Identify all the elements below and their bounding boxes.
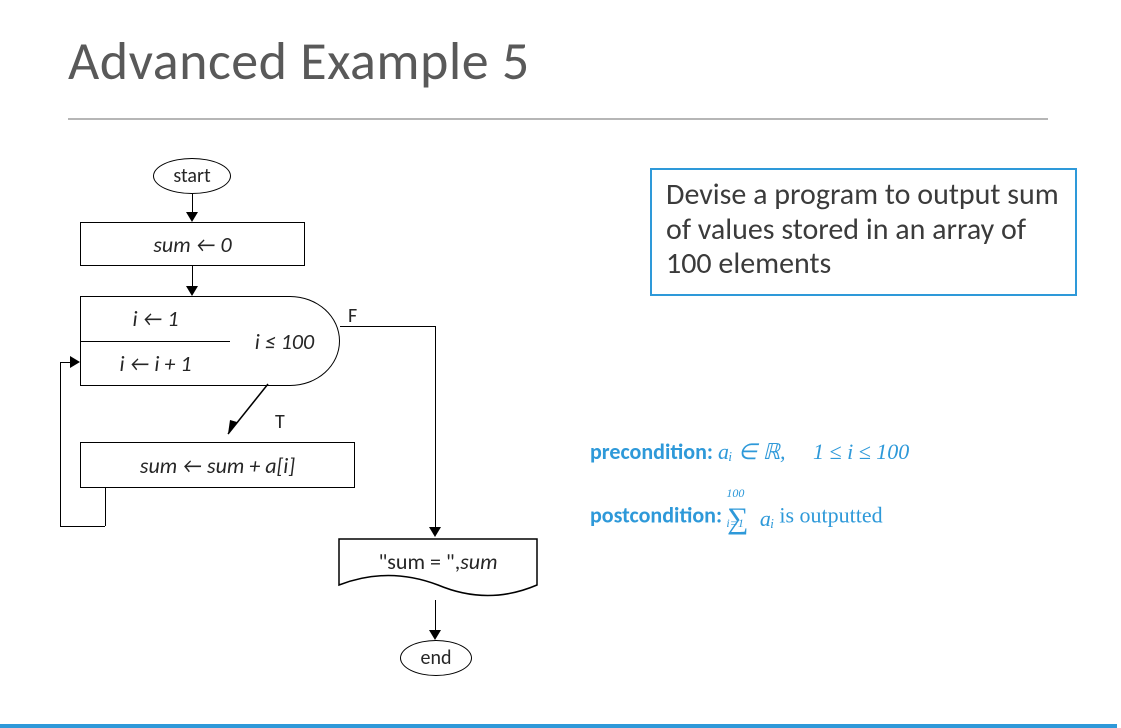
output-var: sum bbox=[460, 548, 497, 575]
arrow-diagonal bbox=[228, 384, 278, 444]
loop-left-block: i ← 1 i ← i + 1 bbox=[80, 296, 230, 386]
postcondition: postcondition: ∑100i=1 aᵢ is outputted bbox=[590, 500, 883, 534]
arrow bbox=[60, 526, 105, 527]
postcondition-tail: is outputted bbox=[779, 502, 882, 527]
slide-title: Advanced Example 5 bbox=[68, 28, 530, 94]
loop-condition: i ≤ 100 bbox=[230, 296, 340, 386]
arrowhead-icon bbox=[429, 630, 441, 640]
process-text: sum ← 0 bbox=[153, 231, 231, 258]
process-body: sum ← sum + a[i] bbox=[80, 442, 355, 488]
precondition: precondition: aᵢ ∈ ℝ, 1 ≤ i ≤ 100 bbox=[590, 438, 909, 465]
arrow bbox=[105, 488, 106, 526]
sum-lower: i=1 bbox=[726, 516, 743, 531]
precondition-expr: aᵢ ∈ ℝ, 1 ≤ i ≤ 100 bbox=[718, 439, 909, 464]
terminator-end: end bbox=[400, 640, 472, 676]
postcondition-label: postcondition: bbox=[590, 501, 722, 528]
terminator-start: start bbox=[153, 158, 231, 194]
loop-init: i ← 1 bbox=[81, 297, 230, 341]
sum-term: aᵢ bbox=[760, 506, 774, 531]
arrow bbox=[60, 362, 61, 526]
arrow bbox=[435, 600, 436, 634]
description-box: Devise a program to output sum of values… bbox=[650, 168, 1077, 296]
arrowhead-icon bbox=[186, 286, 198, 296]
process-init-sum: sum ← 0 bbox=[80, 222, 305, 266]
arrowhead-icon bbox=[186, 212, 198, 222]
process-text: sum ← sum + a[i] bbox=[140, 452, 295, 479]
sum-upper: 100 bbox=[726, 486, 744, 501]
arrowhead-icon bbox=[429, 527, 441, 537]
output-text-wrap: "sum = ", sum bbox=[338, 538, 538, 584]
title-divider bbox=[68, 118, 1048, 120]
accent-bar bbox=[0, 724, 1117, 728]
arrow bbox=[435, 326, 436, 531]
loop-step: i ← i + 1 bbox=[81, 342, 230, 386]
precondition-label: precondition: bbox=[590, 438, 713, 465]
arrow bbox=[340, 326, 435, 327]
flowchart: start sum ← 0 i ← 1 i ← i + 1 i ≤ 100 F … bbox=[60, 150, 580, 720]
arrowhead-icon bbox=[70, 356, 80, 368]
label-false: F bbox=[348, 304, 357, 328]
slide: Advanced Example 5 start sum ← 0 i ← 1 i… bbox=[0, 0, 1121, 728]
output-prefix: "sum = ", bbox=[378, 548, 460, 575]
